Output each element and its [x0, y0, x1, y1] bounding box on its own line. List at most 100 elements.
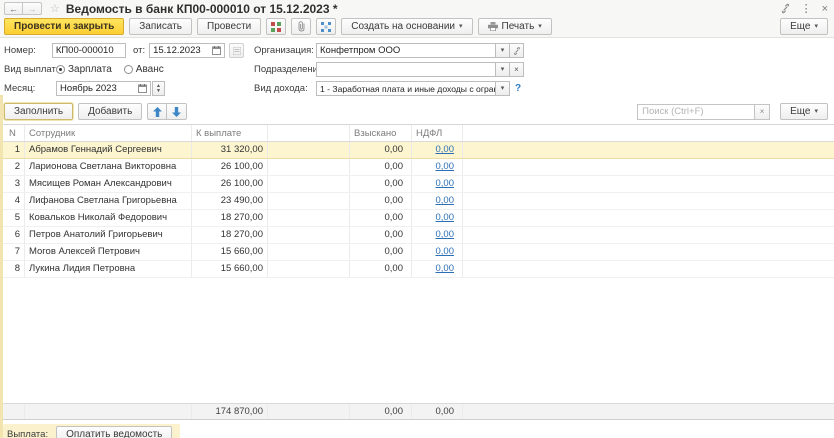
number-input[interactable]: КП00-000010	[52, 43, 126, 58]
cell-collected[interactable]: 0,00	[350, 244, 412, 260]
cell-ndfl[interactable]: 0,00	[412, 244, 463, 260]
ndfl-link[interactable]: 0,00	[436, 178, 455, 189]
department-dropdown-button[interactable]: ▾	[496, 62, 510, 77]
cell-collected[interactable]: 0,00	[350, 227, 412, 243]
cell-collected[interactable]: 0,00	[350, 193, 412, 209]
table-row[interactable]: 1 Абрамов Геннадий Сергеевич 31 320,00 0…	[0, 142, 834, 159]
table-row[interactable]: 3 Мясищев Роман Александрович 26 100,00 …	[0, 176, 834, 193]
cell-collected[interactable]: 0,00	[350, 159, 412, 175]
month-input[interactable]: Ноябрь 2023	[56, 81, 151, 96]
post-and-close-button[interactable]: Провести и закрыть	[4, 18, 124, 35]
cell-employee[interactable]: Петров Анатолий Григорьевич	[25, 227, 192, 243]
department-input[interactable]	[316, 62, 496, 77]
search-clear-icon[interactable]: ×	[755, 104, 770, 120]
related-documents-button[interactable]	[316, 18, 336, 35]
table-row[interactable]: 7 Могов Алексей Петрович 15 660,00 0,00 …	[0, 244, 834, 261]
table-row[interactable]: 6 Петров Анатолий Григорьевич 18 270,00 …	[0, 227, 834, 244]
organization-open-button[interactable]	[510, 43, 524, 58]
cell-employee[interactable]: Лукина Лидия Петровна	[25, 261, 192, 277]
date-input[interactable]: 15.12.2023	[149, 43, 225, 58]
table-row[interactable]: 4 Лифанова Светлана Григорьевна 23 490,0…	[0, 193, 834, 210]
table-body: 1 Абрамов Геннадий Сергеевич 31 320,00 0…	[0, 142, 834, 278]
search-input[interactable]	[637, 104, 755, 120]
back-button[interactable]: ←	[4, 2, 23, 15]
close-icon[interactable]: ×	[822, 4, 828, 14]
post-button[interactable]: Провести	[197, 18, 261, 35]
col-n[interactable]: N	[0, 125, 25, 141]
more-button-list[interactable]: Еще ▾	[780, 103, 828, 120]
cell-ndfl[interactable]: 0,00	[412, 193, 463, 209]
cell-employee[interactable]: Ларионова Светлана Викторовна	[25, 159, 192, 175]
create-on-base-button[interactable]: Создать на основании ▾	[341, 18, 472, 35]
cell-employee[interactable]: Мясищев Роман Александрович	[25, 176, 192, 192]
ndfl-link[interactable]: 0,00	[436, 144, 455, 155]
cell-amount[interactable]: 15 660,00	[192, 244, 268, 260]
write-button[interactable]: Записать	[129, 18, 192, 35]
ndfl-link[interactable]: 0,00	[436, 161, 455, 172]
cell-ndfl[interactable]: 0,00	[412, 227, 463, 243]
move-down-button[interactable]	[167, 103, 187, 120]
cell-ndfl[interactable]: 0,00	[412, 142, 463, 158]
cell-employee[interactable]: Могов Алексей Петрович	[25, 244, 192, 260]
col-employee[interactable]: Сотрудник	[25, 125, 192, 141]
cell-ndfl[interactable]: 0,00	[412, 261, 463, 277]
radio-salary[interactable]: Зарплата	[56, 64, 112, 75]
ndfl-link[interactable]: 0,00	[436, 263, 455, 274]
organization-input[interactable]: Конфетпром ООО	[316, 43, 496, 58]
cell-employee[interactable]: Лифанова Светлана Григорьевна	[25, 193, 192, 209]
cell-collected[interactable]: 0,00	[350, 176, 412, 192]
move-up-button[interactable]	[147, 103, 167, 120]
cell-employee[interactable]: Ковальков Николай Федорович	[25, 210, 192, 226]
help-icon[interactable]: ?	[515, 83, 521, 94]
cell-amount[interactable]: 15 660,00	[192, 261, 268, 277]
number-settings-button[interactable]	[229, 43, 244, 58]
more-menu-icon[interactable]: ⋮	[801, 4, 812, 14]
table-empty-area	[0, 278, 834, 403]
cell-amount[interactable]: 31 320,00	[192, 142, 268, 158]
favorite-star-icon[interactable]: ☆	[50, 2, 60, 15]
department-clear-button[interactable]: ×	[510, 62, 524, 77]
printer-icon	[488, 22, 498, 31]
cell-collected[interactable]: 0,00	[350, 210, 412, 226]
calendar-icon[interactable]	[212, 46, 221, 55]
calendar-icon[interactable]	[138, 84, 147, 93]
cell-amount[interactable]: 18 270,00	[192, 227, 268, 243]
col-amount[interactable]: К выплате	[192, 125, 268, 141]
print-button[interactable]: Печать ▾	[478, 18, 552, 35]
cell-collected[interactable]: 0,00	[350, 261, 412, 277]
income-type-input[interactable]: 1 - Заработная плата и иные доходы с огр…	[316, 81, 496, 96]
more-button-top[interactable]: Еще ▾	[780, 18, 828, 35]
cell-employee[interactable]: Абрамов Геннадий Сергеевич	[25, 142, 192, 158]
document-header-form: Номер: КП00-000010 от: 15.12.2023 Вид вы…	[0, 38, 834, 100]
cell-ndfl[interactable]: 0,00	[412, 176, 463, 192]
postings-dtkt-button[interactable]	[266, 18, 286, 35]
fill-button[interactable]: Заполнить	[4, 103, 73, 120]
radio-advance[interactable]: Аванс	[124, 64, 164, 75]
col-collected[interactable]: Взыскано	[350, 125, 412, 141]
number-label: Номер:	[4, 45, 52, 56]
ndfl-link[interactable]: 0,00	[436, 246, 455, 257]
get-link-icon[interactable]	[780, 3, 791, 14]
cell-amount[interactable]: 23 490,00	[192, 193, 268, 209]
cell-amount[interactable]: 18 270,00	[192, 210, 268, 226]
table-row[interactable]: 8 Лукина Лидия Петровна 15 660,00 0,00 0…	[0, 261, 834, 278]
cell-collected[interactable]: 0,00	[350, 142, 412, 158]
cell-ndfl[interactable]: 0,00	[412, 210, 463, 226]
organization-label: Организация:	[254, 45, 316, 56]
ndfl-link[interactable]: 0,00	[436, 229, 455, 240]
income-type-dropdown-button[interactable]: ▾	[496, 81, 510, 96]
table-row[interactable]: 2 Ларионова Светлана Викторовна 26 100,0…	[0, 159, 834, 176]
attachments-button[interactable]	[291, 18, 311, 35]
add-button[interactable]: Добавить	[78, 103, 142, 120]
forward-button[interactable]: →	[23, 2, 42, 15]
month-stepper[interactable]: ▲▼	[152, 81, 165, 96]
ndfl-link[interactable]: 0,00	[436, 195, 455, 206]
col-ndfl[interactable]: НДФЛ	[412, 125, 463, 141]
cell-amount[interactable]: 26 100,00	[192, 159, 268, 175]
cell-amount[interactable]: 26 100,00	[192, 176, 268, 192]
table-row[interactable]: 5 Ковальков Николай Федорович 18 270,00 …	[0, 210, 834, 227]
ndfl-link[interactable]: 0,00	[436, 212, 455, 223]
organization-dropdown-button[interactable]: ▾	[496, 43, 510, 58]
cell-ndfl[interactable]: 0,00	[412, 159, 463, 175]
pay-statement-button[interactable]: Оплатить ведомость	[56, 426, 172, 438]
